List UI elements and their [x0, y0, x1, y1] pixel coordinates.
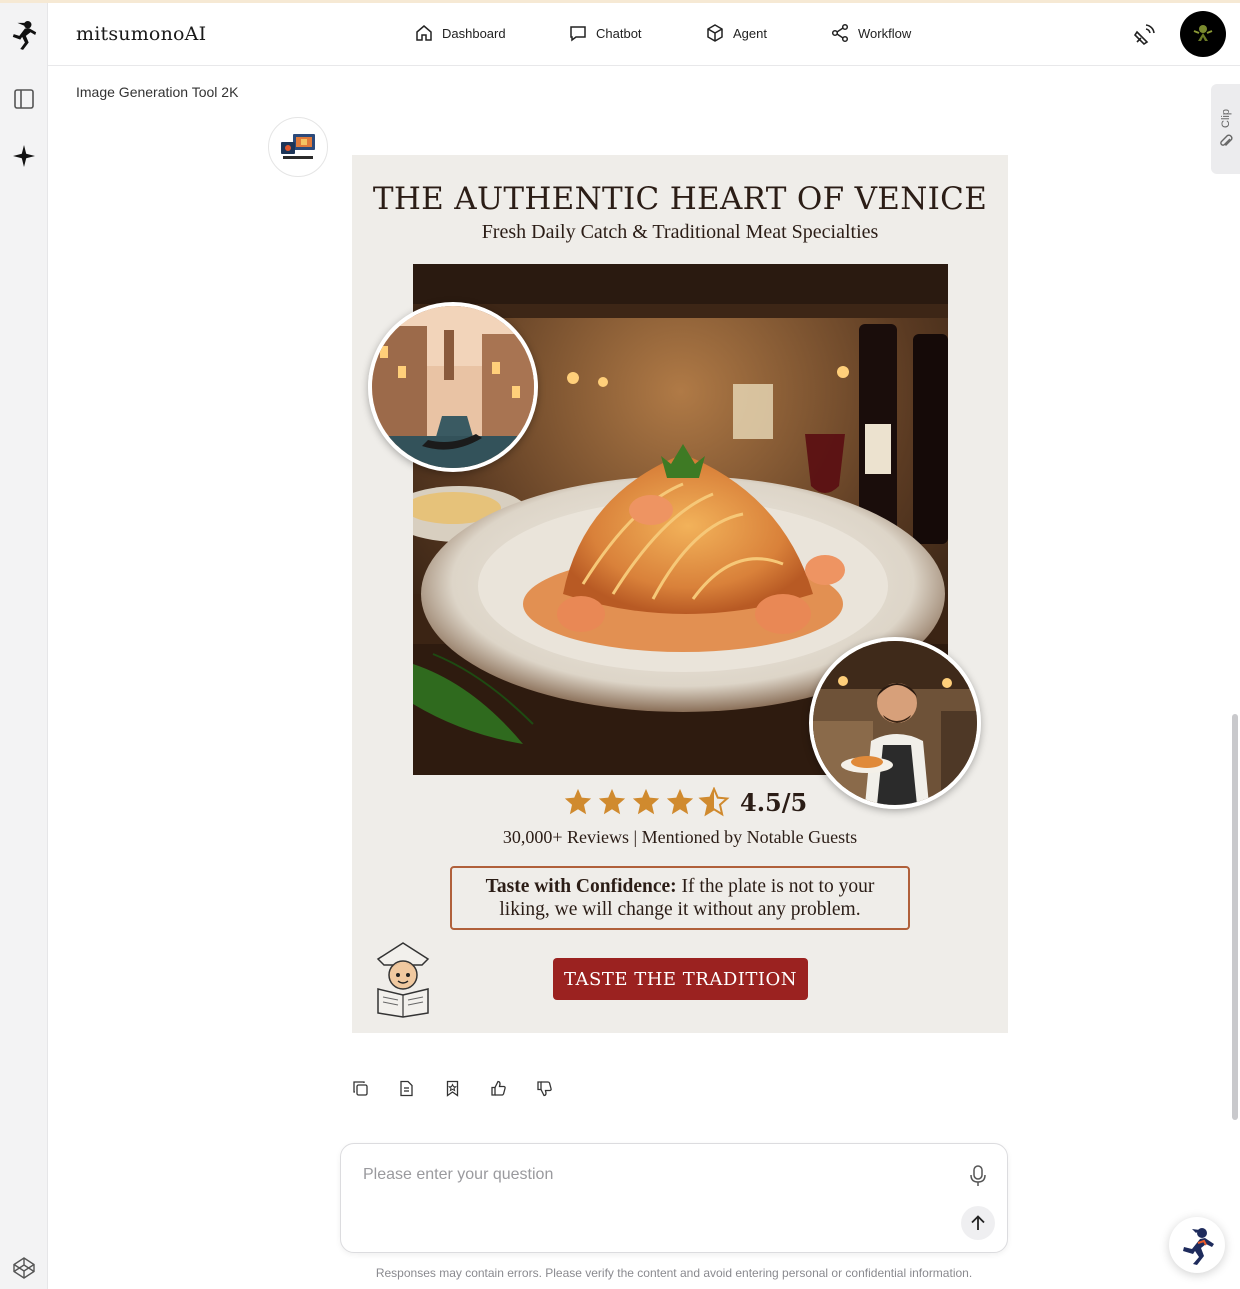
star-full-icon: [598, 788, 626, 815]
document-icon[interactable]: [396, 1078, 416, 1098]
user-avatar[interactable]: [1180, 11, 1226, 57]
copy-icon[interactable]: [350, 1078, 370, 1098]
arrow-up-icon: [971, 1215, 985, 1230]
generated-poster-image: THE AUTHENTIC HEART OF VENICE Fresh Dail…: [352, 155, 1008, 1033]
nav-chatbot[interactable]: Chatbot: [568, 23, 642, 43]
guarantee-box: Taste with Confidence: If the plate is n…: [450, 866, 910, 930]
reviews-text: 30,000+ Reviews | Mentioned by Notable G…: [502, 827, 858, 847]
cube-icon: [707, 24, 723, 42]
nav-workflow[interactable]: Workflow: [830, 23, 911, 43]
sparkle-icon[interactable]: [10, 142, 38, 170]
clip-label: Clip: [1219, 108, 1232, 128]
send-button[interactable]: [961, 1206, 995, 1240]
newspaper-mascot-icon: [370, 939, 436, 1019]
rating-row: 4.5/5: [562, 787, 807, 817]
nav-workflow-label: Workflow: [858, 25, 912, 41]
bot-avatar: [268, 117, 328, 177]
image-tool-icon: [281, 134, 315, 159]
guarantee-heading: Taste with Confidence:: [485, 876, 677, 897]
home-icon: [416, 25, 432, 41]
star-full-icon: [564, 788, 592, 815]
share-nodes-icon: [831, 23, 849, 43]
thumbs-down-icon[interactable]: [534, 1078, 554, 1098]
disclaimer-text: Responses may contain errors. Please ver…: [375, 1266, 973, 1280]
codepen-icon[interactable]: [10, 1254, 38, 1282]
venice-canal-photo: [368, 302, 538, 472]
page-subtitle: Image Generation Tool 2K: [76, 84, 239, 100]
microphone-icon[interactable]: [967, 1164, 989, 1188]
nav-dashboard[interactable]: Dashboard: [414, 23, 506, 43]
chef-photo: [809, 637, 981, 809]
logo-ninja-icon[interactable]: [10, 21, 38, 50]
chat-bubble-icon: [570, 26, 586, 42]
chat-input-box: [340, 1143, 1008, 1253]
assistant-fab-button[interactable]: [1169, 1217, 1225, 1273]
left-rail: [0, 3, 48, 1289]
nav-agent[interactable]: Agent: [705, 23, 767, 43]
taste-tradition-button: TASTE THE TRADITION: [553, 958, 808, 1000]
sidebar-toggle-icon[interactable]: [10, 85, 38, 113]
top-header: mitsumonoAI Dashboard Chatbot Agent Work…: [48, 3, 1240, 66]
message-actions: [350, 1078, 554, 1098]
nav-chatbot-label: Chatbot: [596, 25, 642, 41]
page-scrollbar[interactable]: [1232, 714, 1238, 1120]
question-input[interactable]: [363, 1166, 943, 1196]
nav-dashboard-label: Dashboard: [442, 25, 506, 41]
paperclip-icon: [1219, 134, 1232, 147]
thumbs-up-icon[interactable]: [488, 1078, 508, 1098]
bookmark-icon[interactable]: [442, 1078, 462, 1098]
brand-name[interactable]: mitsumonoAI: [76, 23, 206, 45]
star-full-icon: [632, 788, 660, 815]
star-full-icon: [666, 788, 694, 815]
rating-text: 4.5/5: [740, 787, 808, 817]
ninja-mascot-icon: [1183, 1228, 1214, 1265]
star-half-icon: [698, 787, 730, 817]
nav-agent-label: Agent: [733, 25, 767, 41]
satellite-icon[interactable]: [1132, 23, 1156, 47]
clip-tab[interactable]: Clip: [1211, 84, 1240, 174]
poster-subtitle: Fresh Daily Catch & Traditional Meat Spe…: [481, 221, 879, 243]
poster-title: THE AUTHENTIC HEART OF VENICE: [372, 181, 988, 217]
